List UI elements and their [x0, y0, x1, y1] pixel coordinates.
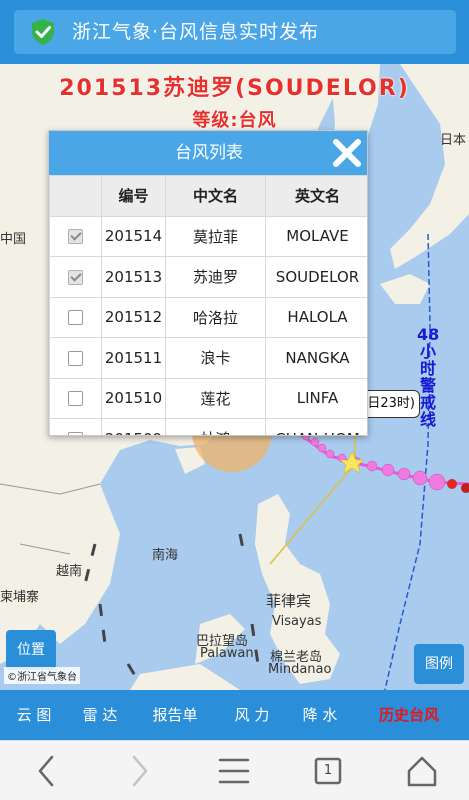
row-checkbox-cell[interactable] — [49, 377, 102, 419]
tab-wind[interactable]: 风 力 — [222, 690, 282, 740]
row-checkbox-cell[interactable] — [49, 296, 102, 338]
row-checkbox-cell[interactable] — [49, 337, 102, 379]
map-label-philippines: 菲律宾 — [266, 592, 312, 610]
location-button[interactable]: 位置 — [6, 630, 56, 670]
shield-check-icon — [32, 19, 54, 45]
row-checkbox[interactable] — [68, 431, 83, 435]
typhoon-en-name: HALOLA — [265, 296, 367, 338]
map-label-visayas: Visayas — [272, 614, 322, 629]
browser-toolbar: 1 — [0, 740, 469, 800]
row-checkbox[interactable] — [68, 229, 83, 245]
map-label-china: 中国 — [0, 232, 27, 247]
row-checkbox[interactable] — [68, 269, 83, 285]
tab-cloud-image[interactable]: 云 图 — [4, 690, 64, 740]
home-icon[interactable] — [392, 741, 452, 800]
dialog-header: 台风列表 — [49, 131, 367, 175]
typhoon-list-dialog: 台风列表 编号 中文名 英文名 201514 莫拉菲 MOLAVE 201513… — [48, 130, 368, 436]
dialog-title: 台风列表 — [175, 143, 243, 163]
forecast-time-box: 日23时) — [360, 390, 420, 418]
table-row[interactable]: 201512 哈洛拉 HALOLA — [49, 296, 367, 338]
column-header-en-name: 英文名 — [265, 175, 367, 217]
row-checkbox-cell[interactable] — [49, 256, 102, 298]
typhoon-id: 201511 — [101, 337, 166, 379]
forward-icon[interactable] — [110, 741, 170, 800]
tab-radar[interactable]: 雷 达 — [70, 690, 130, 740]
typhoon-id: 201513 — [101, 256, 166, 298]
map-label-vietnam: 越南 — [56, 564, 83, 579]
table-header-row: 编号 中文名 英文名 — [49, 175, 367, 217]
typhoon-cn-name: 浪卡 — [165, 337, 266, 379]
row-checkbox[interactable] — [68, 310, 83, 326]
warning-line-48h-label: 48小时警戒线 — [417, 325, 440, 429]
typhoon-cn-name: 哈洛拉 — [165, 296, 266, 338]
column-header-select — [49, 175, 102, 217]
typhoon-en-name: SOUDELOR — [265, 256, 367, 298]
typhoon-table: 编号 中文名 英文名 201514 莫拉菲 MOLAVE 201513 苏迪罗 … — [49, 175, 367, 435]
tab-history-typhoon[interactable]: 历史台风 — [366, 690, 452, 740]
row-checkbox[interactable] — [68, 391, 83, 407]
track-points — [301, 431, 446, 491]
map-label-japan: 日本 — [440, 133, 467, 148]
map-label-mindanao-en: Mindanao — [268, 662, 332, 677]
column-header-cn-name: 中文名 — [165, 175, 266, 217]
typhoon-cn-name: 灿鸿 — [165, 418, 266, 435]
typhoon-cn-name: 莫拉菲 — [165, 215, 266, 257]
storm-level: 等级:台风 — [192, 110, 277, 131]
typhoon-id: 201512 — [101, 296, 166, 338]
tabs-button[interactable]: 1 — [298, 741, 358, 800]
close-icon[interactable] — [329, 135, 365, 171]
app-title: 浙江气象·台风信息实时发布 — [72, 21, 320, 43]
typhoon-en-name: CHAN-HOM — [265, 418, 367, 435]
legend-button[interactable]: 图例 — [414, 644, 464, 684]
table-row[interactable]: 201509 灿鸿 CHAN-HOM — [49, 418, 367, 435]
bottom-tab-bar: 云 图 雷 达 报告单 风 力 降 水 历史台风 — [0, 690, 469, 740]
table-row[interactable]: 201514 莫拉菲 MOLAVE — [49, 215, 367, 257]
typhoon-id: 201510 — [101, 377, 166, 419]
copyright-text: ©浙江省气象台 — [4, 667, 80, 684]
typhoon-en-name: MOLAVE — [265, 215, 367, 257]
back-icon[interactable] — [16, 741, 76, 800]
typhoon-en-name: LINFA — [265, 377, 367, 419]
table-row[interactable]: 201510 莲花 LINFA — [49, 377, 367, 419]
map-label-palawan-en: Palawan — [200, 646, 254, 661]
table-row[interactable]: 201513 苏迪罗 SOUDELOR — [49, 256, 367, 298]
app-header: 浙江气象·台风信息实时发布 — [0, 0, 469, 64]
map-label-south-china-sea: 南海 — [152, 548, 179, 563]
map-label-cambodia: 柬埔寨 — [0, 590, 40, 605]
row-checkbox[interactable] — [68, 350, 83, 366]
typhoon-cn-name: 苏迪罗 — [165, 256, 266, 298]
table-row[interactable]: 201511 浪卡 NANGKA — [49, 337, 367, 379]
row-checkbox-cell[interactable] — [49, 215, 102, 257]
row-checkbox-cell[interactable] — [49, 418, 102, 435]
storm-title: 201513苏迪罗(SOUDELOR) — [59, 76, 410, 101]
typhoon-cn-name: 莲花 — [165, 377, 266, 419]
typhoon-id: 201509 — [101, 418, 166, 435]
typhoon-en-name: NANGKA — [265, 337, 367, 379]
tab-count: 1 — [323, 763, 333, 778]
column-header-id: 编号 — [101, 175, 166, 217]
typhoon-id: 201514 — [101, 215, 166, 257]
tab-report[interactable]: 报告单 — [142, 690, 208, 740]
menu-icon[interactable] — [204, 741, 264, 800]
tab-precipitation[interactable]: 降 水 — [290, 690, 350, 740]
